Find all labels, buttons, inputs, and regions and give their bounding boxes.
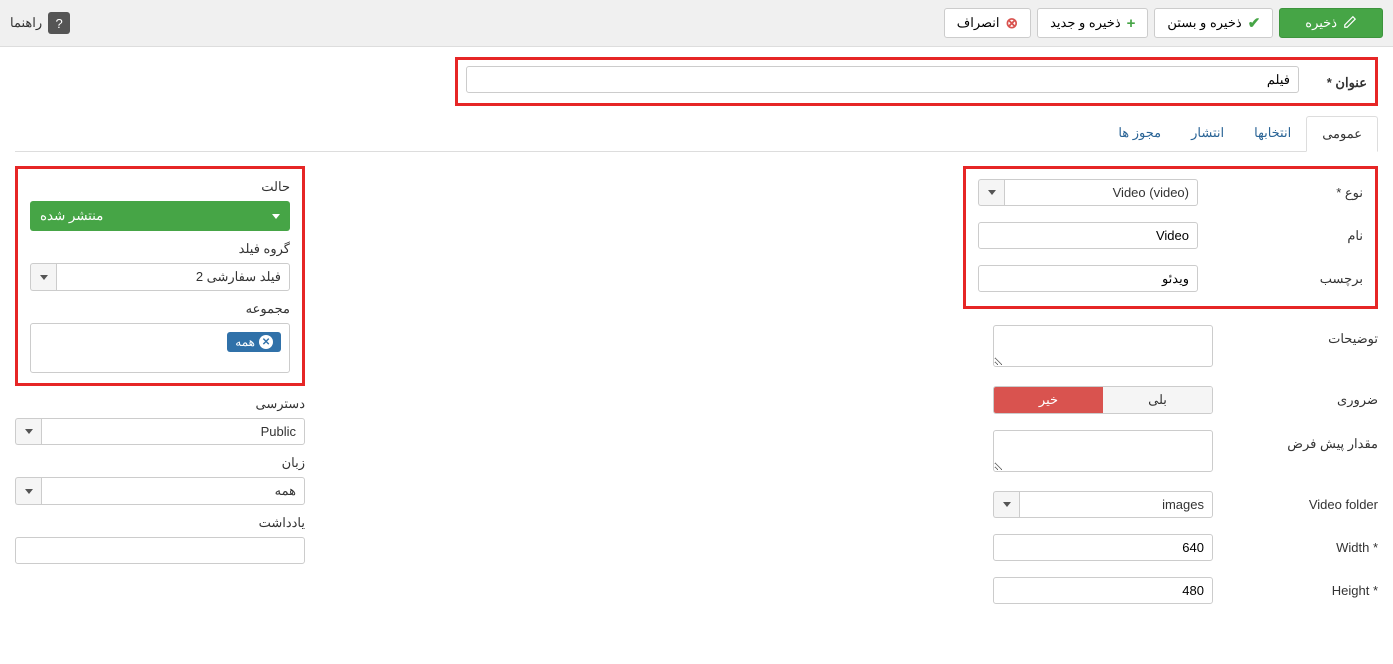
help-label: راهنما xyxy=(10,15,42,31)
tab-options[interactable]: انتخابها xyxy=(1239,116,1306,151)
height-label: * Height xyxy=(1228,577,1378,598)
side-column: حالت منتشر شده گروه فیلد فیلد سفارشی 2 م… xyxy=(15,172,305,620)
required-no[interactable]: خیر xyxy=(994,387,1103,413)
help-icon[interactable]: ? xyxy=(48,12,70,34)
tag-label: برچسب xyxy=(1213,265,1363,287)
type-label: نوع * xyxy=(1213,179,1363,201)
access-label: دسترسی xyxy=(15,396,305,412)
save-label: ذخیره xyxy=(1305,15,1337,31)
cancel-button[interactable]: ⊗ انصراف xyxy=(944,8,1031,38)
title-label: عنوان * xyxy=(1311,69,1367,91)
status-value: منتشر شده xyxy=(40,208,103,224)
lang-value: همه xyxy=(41,477,305,505)
group-label: گروه فیلد xyxy=(30,241,290,257)
tag-input[interactable] xyxy=(978,265,1198,292)
width-input[interactable] xyxy=(993,534,1213,561)
height-input[interactable] xyxy=(993,577,1213,604)
folder-label: Video folder xyxy=(1228,491,1378,512)
note-input[interactable] xyxy=(15,537,305,564)
lang-select[interactable]: همه xyxy=(15,477,305,505)
chevron-down-icon xyxy=(15,477,41,505)
cancel-label: انصراف xyxy=(957,15,1000,31)
default-label: مقدار پیش فرض xyxy=(1228,430,1378,452)
status-select[interactable]: منتشر شده xyxy=(30,201,290,231)
remove-icon[interactable]: ✕ xyxy=(259,335,273,349)
save-new-button[interactable]: + ذخیره و جدید xyxy=(1037,8,1148,38)
tabs: عمومی انتخابها انتشار مجوز ها xyxy=(15,116,1378,152)
check-icon: ✔ xyxy=(1248,14,1261,32)
save-new-label: ذخیره و جدید xyxy=(1050,15,1121,31)
group-select[interactable]: فیلد سفارشی 2 xyxy=(30,263,290,291)
default-input[interactable] xyxy=(993,430,1213,472)
fields-highlight: نوع * Video (video) نام برچسب xyxy=(963,166,1378,309)
main-column: نوع * Video (video) نام برچسب xyxy=(963,172,1378,620)
desc-input[interactable] xyxy=(993,325,1213,367)
title-input[interactable] xyxy=(466,66,1299,93)
chevron-down-icon xyxy=(272,214,280,219)
required-label: ضروری xyxy=(1228,386,1378,408)
title-row: عنوان * xyxy=(466,66,1367,93)
cancel-icon: ⊗ xyxy=(1006,14,1019,32)
status-label: حالت xyxy=(30,179,290,195)
plus-icon: + xyxy=(1127,15,1136,32)
chevron-down-icon xyxy=(15,418,41,445)
chevron-down-icon xyxy=(978,179,1004,206)
lang-label: زبان xyxy=(15,455,305,471)
type-select[interactable]: Video (video) xyxy=(978,179,1198,206)
save-close-button[interactable]: ✔ ذخیره و بستن xyxy=(1154,8,1273,38)
folder-value: images xyxy=(1019,491,1213,518)
title-highlight: عنوان * xyxy=(455,57,1378,106)
folder-select[interactable]: images xyxy=(993,491,1213,518)
note-label: یادداشت xyxy=(15,515,305,531)
tab-permissions[interactable]: مجوز ها xyxy=(1103,116,1176,151)
access-select[interactable]: Public xyxy=(15,418,305,445)
access-value: Public xyxy=(41,418,305,445)
edit-icon xyxy=(1343,15,1357,32)
toolbar: ذخیره ✔ ذخیره و بستن + ذخیره و جدید ⊗ ان… xyxy=(0,0,1393,47)
collection-tag[interactable]: ✕ همه xyxy=(227,332,281,352)
save-button[interactable]: ذخیره xyxy=(1279,8,1383,38)
desc-label: توضیحات xyxy=(1228,325,1378,347)
save-close-label: ذخیره و بستن xyxy=(1167,15,1241,31)
group-value: فیلد سفارشی 2 xyxy=(56,263,290,291)
collection-label: مجموعه xyxy=(30,301,290,317)
chevron-down-icon xyxy=(30,263,56,291)
side-highlight: حالت منتشر شده گروه فیلد فیلد سفارشی 2 م… xyxy=(15,166,305,386)
required-yes[interactable]: بلی xyxy=(1103,387,1212,413)
tab-publish[interactable]: انتشار xyxy=(1176,116,1239,151)
collection-box[interactable]: ✕ همه xyxy=(30,323,290,373)
width-label: * Width xyxy=(1228,534,1378,555)
tab-general[interactable]: عمومی xyxy=(1306,116,1378,152)
required-toggle[interactable]: بلی خیر xyxy=(993,386,1213,414)
type-value: Video (video) xyxy=(1004,179,1198,206)
chevron-down-icon xyxy=(993,491,1019,518)
name-input[interactable] xyxy=(978,222,1198,249)
name-label: نام xyxy=(1213,222,1363,244)
collection-tag-label: همه xyxy=(235,335,255,349)
